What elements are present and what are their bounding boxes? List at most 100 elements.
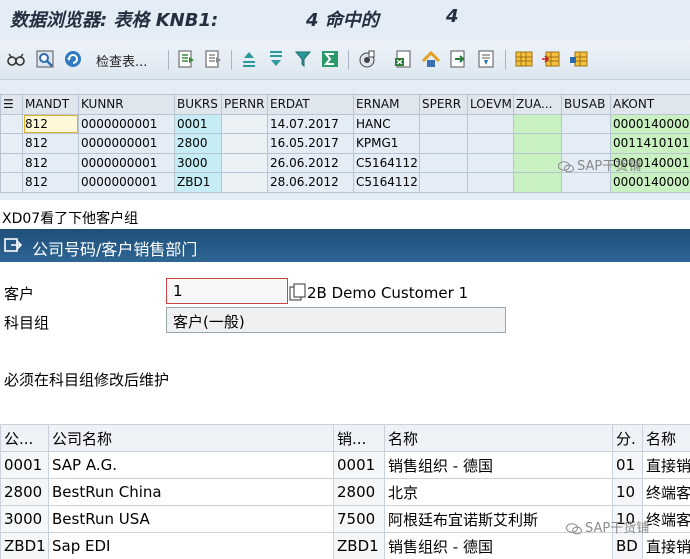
list-cell: BD <box>612 532 643 559</box>
column-header[interactable]: 公司名称 <box>48 424 334 452</box>
table-cell[interactable] <box>561 113 611 134</box>
table-cell[interactable]: C5164112 <box>353 152 420 173</box>
table-cell[interactable] <box>419 113 468 134</box>
table-cell[interactable]: 0000000001 <box>78 152 175 173</box>
table-cell[interactable]: 2800 <box>174 133 222 154</box>
list-item[interactable]: ZBD1 Sap EDI ZBD1 销售组织 - 德国 BD 直接销 <box>0 532 690 559</box>
table-cell[interactable]: 0001 <box>174 113 222 134</box>
column-header[interactable]: 公... <box>0 424 49 452</box>
table-cell[interactable]: ZBD1 <box>174 172 222 193</box>
list-cell: 01 <box>612 451 643 479</box>
print-icon[interactable] <box>357 49 377 69</box>
table-cell[interactable] <box>419 133 468 154</box>
table-cell[interactable] <box>419 172 468 193</box>
table-cell[interactable]: 0000140000 <box>610 172 690 193</box>
table-cell[interactable] <box>467 172 514 193</box>
table-cell[interactable]: 812 <box>22 113 79 134</box>
list-cell: 10 <box>612 478 643 506</box>
export-icon[interactable] <box>393 49 413 69</box>
first-page-icon[interactable] <box>176 49 196 69</box>
table-cell[interactable] <box>513 113 562 134</box>
table-cell[interactable]: 26.06.2012 <box>267 152 354 173</box>
column-header[interactable]: LOEVM <box>467 94 514 115</box>
layout-icon[interactable] <box>476 49 496 69</box>
column-header[interactable]: 销... <box>333 424 385 452</box>
row-selector[interactable] <box>0 152 23 173</box>
glasses-icon[interactable] <box>6 49 26 69</box>
table-cell[interactable]: 0000000001 <box>78 172 175 193</box>
column-header[interactable]: ERNAM <box>353 94 420 115</box>
list-item[interactable]: 2800 BestRun China 2800 北京 10 终端客 <box>0 478 690 506</box>
table-cell[interactable]: KPMG1 <box>353 133 420 154</box>
change-layout-icon[interactable] <box>541 49 561 69</box>
table-cell[interactable] <box>221 133 268 154</box>
table-cell[interactable]: 14.07.2017 <box>267 113 354 134</box>
table-cell[interactable] <box>513 133 562 154</box>
select-all-icon[interactable]: ☰ <box>0 94 23 115</box>
list-item[interactable]: 0001 SAP A.G. 0001 销售组织 - 德国 01 直接销 <box>0 451 690 479</box>
table-cell[interactable] <box>513 152 562 173</box>
table-row[interactable]: 812 0000000001 0001 14.07.2017 HANC 000014000… <box>0 113 690 134</box>
select-layout-icon[interactable] <box>569 49 589 69</box>
refresh-icon[interactable] <box>63 49 83 69</box>
table-cell[interactable]: C5164112 <box>353 172 420 193</box>
table-cell[interactable] <box>561 172 611 193</box>
table-cell[interactable]: 812 <box>22 152 79 173</box>
column-header[interactable]: PERNR <box>221 94 268 115</box>
screen-icon[interactable] <box>4 236 23 254</box>
row-selector[interactable] <box>0 133 23 154</box>
table-cell[interactable]: 0011410101 <box>610 133 690 154</box>
table-cell[interactable]: 0000140000 <box>610 113 690 134</box>
column-header[interactable]: BUKRS <box>174 94 222 115</box>
mail-icon[interactable] <box>421 49 441 69</box>
grid-icon[interactable] <box>514 49 534 69</box>
value-help-icon[interactable] <box>289 283 307 301</box>
list-cell: 直接销 <box>642 532 690 559</box>
table-cell[interactable]: 812 <box>22 172 79 193</box>
customer-field[interactable]: 1 <box>166 278 288 304</box>
table-cell[interactable]: HANC <box>353 113 420 134</box>
last-page-icon[interactable] <box>203 49 223 69</box>
table-cell[interactable]: 28.06.2012 <box>267 172 354 193</box>
table-cell[interactable] <box>467 152 514 173</box>
account-group-field[interactable]: 客户(一般) <box>166 307 506 333</box>
row-selector[interactable] <box>0 172 23 193</box>
save-icon[interactable] <box>448 49 468 69</box>
column-header[interactable]: SPERR <box>419 94 468 115</box>
table-cell[interactable]: 812 <box>22 133 79 154</box>
table-cell[interactable]: 0000000001 <box>78 113 175 134</box>
customer-label: 客户 <box>4 285 35 303</box>
table-cell[interactable] <box>419 152 468 173</box>
column-header[interactable]: ERDAT <box>267 94 354 115</box>
table-cell[interactable]: 0000000001 <box>78 133 175 154</box>
table-cell[interactable] <box>221 152 268 173</box>
sales-area-table: 公... 公司名称 销... 名称 分. 名称 0001 SAP A.G. 0001 销售组织 -… <box>0 424 690 559</box>
column-header[interactable]: BUSAB <box>561 94 611 115</box>
table-row[interactable]: 812 0000000001 2800 16.05.2017 KPMG1 00114101… <box>0 133 690 154</box>
column-header[interactable]: 名称 <box>384 424 613 452</box>
sum-icon[interactable] <box>320 49 340 69</box>
column-header[interactable]: MANDT <box>22 94 79 115</box>
table-cell[interactable] <box>513 172 562 193</box>
column-header[interactable]: AKONT <box>610 94 690 115</box>
sort-desc-icon[interactable] <box>266 49 286 69</box>
detail-icon[interactable] <box>35 49 55 69</box>
table-cell[interactable] <box>561 133 611 154</box>
table-row[interactable]: 812 0000000001 ZBD1 28.06.2012 C5164112 00001… <box>0 172 690 193</box>
table-cell[interactable]: 3000 <box>174 152 222 173</box>
column-header[interactable]: KUNNR <box>78 94 175 115</box>
check-table-button[interactable]: 检查表... <box>96 51 147 70</box>
list-cell: 2800 <box>333 478 385 506</box>
column-header[interactable]: 分. <box>612 424 643 452</box>
list-cell: 销售组织 - 德国 <box>384 532 613 559</box>
table-cell[interactable] <box>221 172 268 193</box>
table-cell[interactable]: 16.05.2017 <box>267 133 354 154</box>
table-cell[interactable] <box>467 133 514 154</box>
column-header[interactable]: 名称 <box>642 424 690 452</box>
filter-icon[interactable] <box>293 49 313 69</box>
table-cell[interactable] <box>467 113 514 134</box>
row-selector[interactable] <box>0 113 23 134</box>
sort-asc-icon[interactable] <box>239 49 259 69</box>
column-header[interactable]: ZUA... <box>513 94 562 115</box>
table-cell[interactable] <box>221 113 268 134</box>
